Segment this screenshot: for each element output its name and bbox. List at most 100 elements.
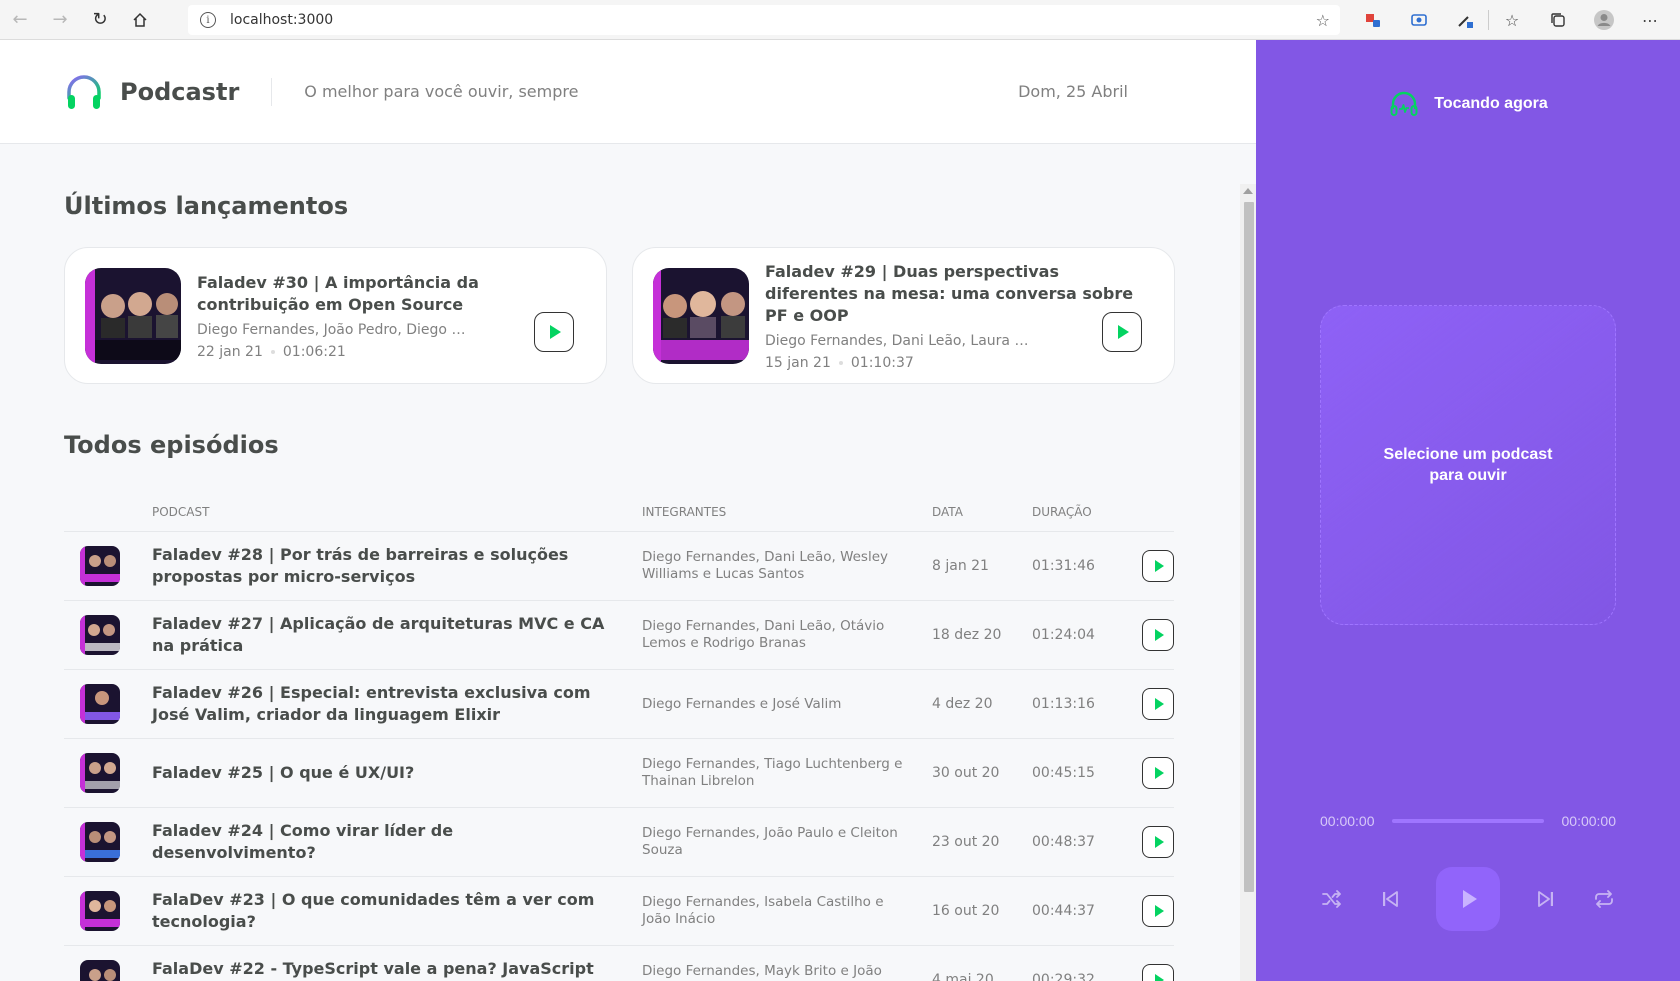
app-header: Podcastr O melhor para você ouvir, sempr… [0,40,1256,144]
play-icon [1155,560,1164,572]
total-time: 00:00:00 [1561,813,1617,829]
extensions-bar: ☆ ⋯ [1350,0,1673,40]
previous-button[interactable] [1378,887,1402,911]
player-panel: Tocando agora Selecione um podcast para … [1256,40,1680,981]
episode-thumbnail [80,546,120,586]
repeat-button[interactable] [1592,887,1616,911]
play-icon [1155,767,1164,779]
scroll-up-arrow-icon[interactable] [1243,188,1253,194]
next-button[interactable] [1534,887,1558,911]
extension-3-button[interactable] [1442,0,1488,40]
play-episode-button[interactable] [1142,550,1174,582]
now-playing-headphones-icon [1390,91,1418,116]
episode-members: Diego Fernandes, Tiago Luchtenberg e Tha… [642,756,903,789]
episode-duration: 01:24:04 [1032,627,1095,643]
logo[interactable]: Podcastr [64,72,239,112]
episode-members: Diego Fernandes, Dani Leão, Wesley Willi… [642,549,889,582]
episode-title-link[interactable]: Faladev #28 | Por trás de barreiras e so… [152,544,642,588]
play-episode-button[interactable] [1102,312,1142,352]
episode-thumbnail [80,822,120,862]
color-picker-icon [1458,16,1473,28]
play-episode-button[interactable] [1142,895,1174,927]
app-name: Podcastr [120,77,240,106]
episode-thumbnail [80,753,120,793]
episode-title-link[interactable]: Faladev #30 | A importância da contribui… [197,272,586,316]
shuffle-button[interactable] [1320,887,1344,911]
skip-previous-icon [1383,891,1398,907]
play-episode-button[interactable] [1142,619,1174,651]
episode-thumbnail [85,267,181,364]
episode-duration: 00:29:32 [1032,972,1095,981]
episode-thumbnail [80,684,120,724]
main-scrollbar[interactable] [1240,184,1256,981]
play-icon [1155,905,1164,917]
play-icon [1118,325,1129,339]
episode-title-link[interactable]: FalaDev #22 - TypeScript vale a pena? Ja… [152,958,642,981]
play-episode-button[interactable] [1142,826,1174,858]
episode-meta: 15 jan 21 01:10:37 [765,355,1154,371]
episode-thumbnail [80,891,120,931]
reload-button[interactable]: ↻ [80,0,120,40]
extension-2-button[interactable] [1396,0,1442,40]
home-button[interactable] [120,0,160,40]
episode-title-link[interactable]: Faladev #25 | O que é UX/UI? [152,762,642,784]
episode-meta: 22 jan 21 01:06:21 [197,344,586,360]
forward-button[interactable]: → [40,0,80,40]
table-row: FalaDev #23 | O que comunidades têm a ve… [64,877,1174,946]
episode-duration: 01:10:37 [850,354,914,371]
episode-duration: 01:31:46 [1032,558,1095,574]
progress-slider[interactable] [1392,819,1544,823]
collections-button[interactable] [1535,0,1581,40]
table-row: Faladev #24 | Como virar líder de desenv… [64,808,1174,877]
favorites-button[interactable]: ☆ [1489,0,1535,40]
table-header-duration: Duração [1032,504,1092,519]
play-episode-button[interactable] [1142,688,1174,720]
table-row: Faladev #25 | O que é UX/UI? Diego Ferna… [64,739,1174,808]
episode-date: 8 jan 21 [932,558,989,574]
episode-members: Diego Fernandes, João Paulo e Cleiton So… [642,825,898,858]
episode-title-link[interactable]: Faladev #24 | Como virar líder de desenv… [152,820,642,864]
profile-button[interactable] [1581,0,1627,40]
episode-duration: 00:44:37 [1032,903,1095,919]
table-row: Faladev #27 | Aplicação de arquiteturas … [64,601,1174,670]
extension-1-button[interactable] [1350,0,1396,40]
episode-details: Faladev #30 | A importância da contribui… [197,272,586,360]
episode-title-link[interactable]: Faladev #27 | Aplicação de arquiteturas … [152,613,642,657]
episode-title-link[interactable]: Faladev #29 | Duas perspectivas diferent… [765,261,1154,327]
address-url[interactable]: localhost:3000 [230,12,333,28]
episode-date: 18 dez 20 [932,627,1002,643]
episode-thumbnail [653,267,749,364]
player-title: Tocando agora [1434,95,1548,112]
scrollbar-thumb[interactable] [1244,202,1254,892]
play-episode-button[interactable] [1142,964,1174,981]
episode-duration: 01:06:21 [282,343,346,360]
back-button[interactable]: ← [0,0,40,40]
more-menu-button[interactable]: ⋯ [1627,0,1673,40]
play-icon [1155,629,1164,641]
latest-episode-card: Faladev #30 | A importância da contribui… [64,247,607,384]
latest-episodes-title: Últimos lançamentos [64,192,349,220]
play-icon [1155,974,1164,981]
table-row: FalaDev #22 - TypeScript vale a pena? Ja… [64,946,1174,981]
shuffle-icon [1322,890,1341,908]
play-episode-button[interactable] [534,312,574,352]
table-row: Faladev #26 | Especial: entrevista exclu… [64,670,1174,739]
play-icon [1155,836,1164,848]
meta-separator [838,360,843,365]
episode-members: Diego Fernandes e José Valim [642,695,842,712]
favorite-add-icon[interactable]: ☆ [1316,11,1330,30]
episode-date: 15 jan 21 [765,354,831,371]
address-bar[interactable]: i localhost:3000 ☆ [188,5,1340,35]
player-controls [1320,867,1616,931]
episode-date: 16 out 20 [932,903,1000,919]
episode-title-link[interactable]: Faladev #26 | Especial: entrevista exclu… [152,682,642,726]
info-icon[interactable]: i [200,12,216,28]
episode-date: 22 jan 21 [197,343,263,360]
episode-details: Faladev #29 | Duas perspectivas diferent… [765,261,1154,371]
play-pause-button[interactable] [1436,867,1500,931]
skip-next-icon [1538,891,1553,907]
empty-player-message: Selecione um podcast para ouvir [1383,446,1553,484]
episode-title-link[interactable]: FalaDev #23 | O que comunidades têm a ve… [152,889,642,933]
play-episode-button[interactable] [1142,757,1174,789]
more-dots-icon: ⋯ [1642,10,1658,30]
